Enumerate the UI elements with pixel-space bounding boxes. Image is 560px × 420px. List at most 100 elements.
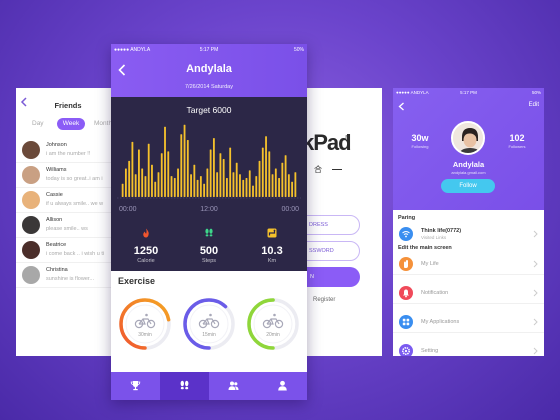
footsteps-icon — [205, 228, 213, 237]
friend-name: Johnson — [46, 142, 67, 148]
followers-label: Followers — [508, 144, 526, 149]
date-label: 7/26/2014 Saturday — [184, 84, 233, 90]
tab-profile[interactable] — [258, 372, 307, 400]
exercise-duration: 20min — [266, 332, 280, 338]
exercise-ring[interactable]: 30min — [117, 296, 173, 352]
sign-in-button[interactable]: N — [304, 267, 360, 287]
chart-bar — [206, 168, 209, 197]
grid-icon — [399, 315, 413, 329]
follow-button[interactable]: Follow — [441, 179, 495, 193]
chart-bar — [170, 176, 173, 197]
exercise-ring[interactable]: 20min — [245, 296, 301, 352]
chart-bar — [186, 140, 189, 197]
footsteps-icon — [180, 380, 189, 390]
edit-button[interactable]: Edit — [529, 102, 539, 108]
settings-item[interactable]: My Applications — [393, 311, 544, 333]
chart-bar — [265, 136, 267, 197]
clock-label: 5:17 PM — [460, 90, 477, 95]
exercise-duration: 30min — [138, 332, 152, 338]
avatar[interactable] — [22, 241, 40, 259]
distance-label: Km — [267, 258, 277, 264]
exercise-title: Exercise — [118, 276, 156, 286]
friends-header: Friends — [16, 88, 120, 116]
chart-bar — [242, 179, 245, 197]
tab-trophy[interactable] — [111, 372, 160, 400]
steps-label: Steps — [201, 258, 217, 264]
person-icon — [278, 380, 287, 391]
calorie-stat: 1250 Calorie — [121, 227, 171, 264]
settings-item[interactable]: Setting — [393, 340, 544, 356]
segment-day[interactable]: Day — [32, 118, 44, 130]
avatar[interactable] — [451, 121, 485, 155]
chart-bar — [160, 153, 163, 197]
avatar-portrait-icon — [453, 123, 483, 153]
exercise-duration: 15min — [202, 332, 216, 338]
chart-bar — [235, 162, 238, 197]
chart-bar — [261, 147, 264, 197]
chart-bar — [183, 124, 186, 197]
email-field[interactable]: DRESS — [304, 215, 360, 235]
logo-subtitle: 合 — [314, 165, 322, 174]
back-icon[interactable] — [398, 102, 405, 111]
chart-bar — [190, 174, 192, 197]
settings-item[interactable]: Notification — [393, 282, 544, 304]
login-screen: kPad ® 合 DRESS SSWORD N Register — [304, 88, 382, 356]
exercise-ring[interactable]: 15min — [181, 296, 237, 352]
following-count: 30w — [411, 133, 429, 143]
chart-bar — [154, 181, 157, 197]
register-link[interactable]: Register — [313, 297, 335, 303]
chart-bar — [138, 149, 140, 197]
chevron-right-icon — [533, 347, 538, 355]
profile-screen: ●●●●● ANDYLA 5:17 PM 50% Edit 30w Follow… — [393, 88, 544, 356]
section-edit-main-screen: Edit the main screen — [398, 245, 452, 251]
tab-friends[interactable] — [209, 372, 258, 400]
route-icon — [267, 228, 277, 238]
friend-message: i come back .. i wish u ti — [46, 251, 105, 257]
profile-name: Andylala — [452, 160, 485, 169]
cyclist-icon — [198, 313, 220, 329]
friend-list-item[interactable]: Cassie if u always smile.. we w — [16, 188, 120, 213]
activity-screen: ●●●●● ANDYLA 5:17 PM 50% Andylala 7/26/2… — [111, 44, 307, 400]
friend-name: Christina — [46, 267, 68, 273]
password-field[interactable]: SSWORD — [304, 241, 360, 261]
settings-item-label: My Applications — [421, 319, 460, 325]
segment-week[interactable]: Week — [57, 118, 85, 130]
pairing-row[interactable]: Think life(0772) Visited Links — [393, 223, 544, 245]
friend-list-item[interactable]: Beatrice i come back .. i wish u ti — [16, 238, 120, 263]
friend-list-item[interactable]: Williams today is so great..i am i — [16, 163, 120, 188]
chart-bar — [294, 172, 297, 197]
chart-bar — [226, 178, 228, 197]
x-tick-label: 00:00 — [119, 206, 137, 213]
chart-bar — [121, 183, 124, 197]
avatar[interactable] — [22, 141, 40, 159]
battery-label: 50% — [531, 90, 541, 95]
chart-bar — [212, 138, 215, 197]
avatar[interactable] — [22, 166, 40, 184]
avatar[interactable] — [22, 216, 40, 234]
friend-list-item[interactable]: Christina sunshine is flower... — [16, 263, 120, 288]
friend-list-item[interactable]: Allison please smile.. ws — [16, 213, 120, 238]
avatar[interactable] — [22, 266, 40, 284]
chart-bar — [268, 151, 271, 197]
friend-name: Cassie — [46, 192, 63, 198]
tab-steps[interactable] — [160, 372, 209, 400]
settings-item[interactable]: My Life — [393, 253, 544, 275]
chart-bar — [229, 147, 232, 197]
avatar[interactable] — [22, 191, 40, 209]
chart-bar — [157, 172, 160, 197]
friend-list-item[interactable]: Johnson i am the number !! — [16, 138, 120, 163]
steps-value: 500 — [199, 245, 219, 257]
chevron-right-icon — [533, 260, 538, 268]
following-stat[interactable]: 30w Following — [405, 133, 435, 149]
chart-bar — [291, 181, 294, 197]
status-bar: ●●●●● ANDYLA 5:17 PM 50% — [114, 47, 304, 55]
chart-bar — [141, 168, 144, 197]
friend-name: Williams — [46, 167, 67, 173]
followers-stat[interactable]: 102 Followers — [502, 133, 532, 149]
steps-stat: 500 Steps — [184, 227, 234, 264]
chart-bar — [173, 178, 176, 197]
segment-month[interactable]: Month — [94, 118, 112, 130]
chevron-right-icon — [533, 289, 538, 297]
friends-list: Johnson i am the number !! Williams today i… — [16, 138, 120, 288]
tab-bar — [111, 372, 307, 400]
